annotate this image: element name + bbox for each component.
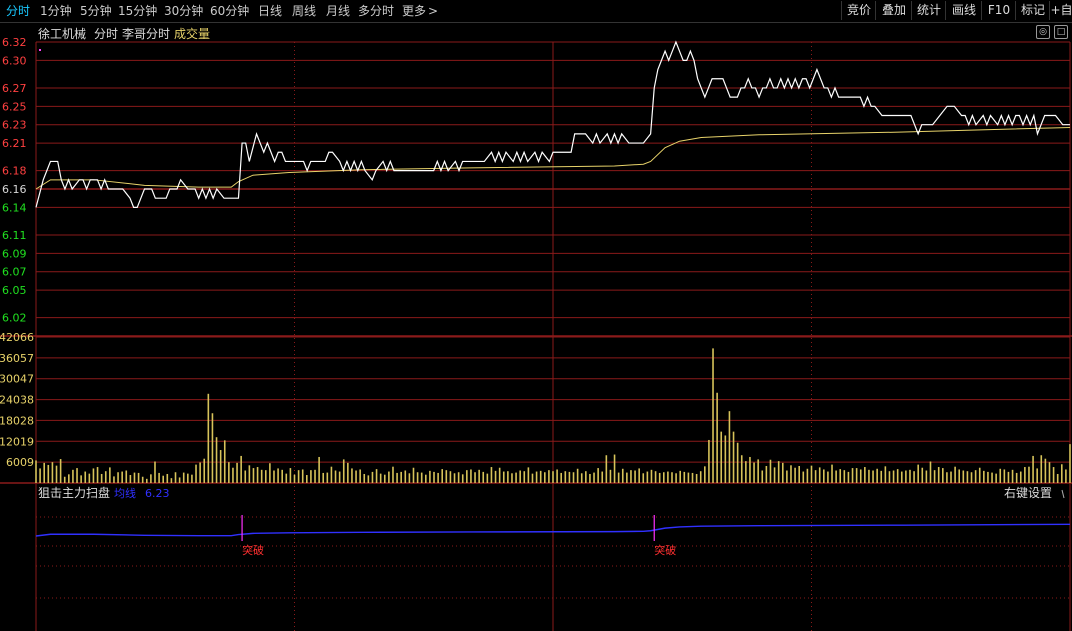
intraday-chart: 6.32 6.30 6.27 6.25 6.23 6.21 6.18 6.16 6.14 6.11… — [0, 36, 1072, 631]
price-tick-label: 6.21 — [2, 137, 27, 150]
price-tick-label: 6.02 — [2, 312, 27, 325]
price-tick-label: 6.27 — [2, 82, 27, 95]
breakout-signal-label: 突破 — [654, 543, 676, 557]
price-tick-label: 6.25 — [2, 100, 27, 113]
volume-tick-label: 36057 — [0, 352, 34, 365]
right-click-settings[interactable]: 右键设置 — [1004, 485, 1052, 500]
volume-tick-label: 6009 — [6, 456, 34, 469]
volume-tick-label: 18028 — [0, 414, 34, 427]
price-tick-label: 6.07 — [2, 266, 27, 279]
price-tick-label: 6.14 — [2, 201, 27, 214]
breakout-signal-label: 突破 — [242, 543, 264, 557]
indicator-panel-name: 狙击主力扫盘 — [38, 485, 110, 500]
start-marker — [39, 49, 41, 51]
volume-tick-label: 12019 — [0, 435, 34, 448]
volume-tick-label: 24038 — [0, 394, 34, 407]
price-tick-label: 6.05 — [2, 284, 27, 297]
price-tick-label: 6.16 — [2, 183, 27, 196]
indicator-line-label: 均线 — [114, 486, 136, 500]
indicator-line-value: 6.23 — [145, 487, 170, 500]
price-tick-label: 6.23 — [2, 119, 27, 132]
volume-tick-label: 42066 — [0, 331, 34, 344]
price-tick-label: 6.30 — [2, 54, 27, 67]
price-tick-label: 6.11 — [2, 229, 27, 242]
scroll-handle-icon[interactable] — [1061, 489, 1065, 499]
volume-tick-label: 30047 — [0, 373, 34, 386]
price-tick-label: 6.09 — [2, 247, 27, 260]
price-tick-label: 6.32 — [2, 36, 27, 49]
price-tick-label: 6.18 — [2, 165, 27, 178]
